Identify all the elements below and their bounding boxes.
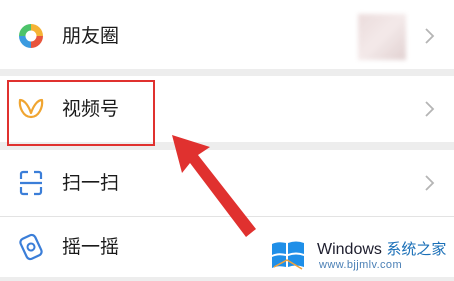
highlight-box [7, 80, 155, 146]
menu-item-label: 摇一摇 [62, 236, 120, 258]
chevron-right-icon [425, 175, 435, 191]
menu-item-label: 扫一扫 [62, 172, 120, 194]
watermark-brand: Windows 系统之家 [317, 240, 447, 258]
chevron-right-icon [425, 101, 435, 117]
windows-logo-icon [272, 241, 304, 270]
menu-item-moments[interactable]: 朋友圈 [0, 0, 454, 69]
moments-icon [19, 24, 43, 48]
watermark-url: www.bjjmlv.com [319, 259, 403, 271]
chevron-right-icon [425, 28, 435, 44]
scan-icon [19, 170, 43, 196]
avatar [358, 14, 406, 60]
menu-item-label: 朋友圈 [62, 25, 120, 47]
watermark: Windows 系统之家 www.bjjmlv.com [265, 232, 450, 277]
arrow-icon [172, 135, 256, 237]
shake-icon [19, 233, 43, 261]
